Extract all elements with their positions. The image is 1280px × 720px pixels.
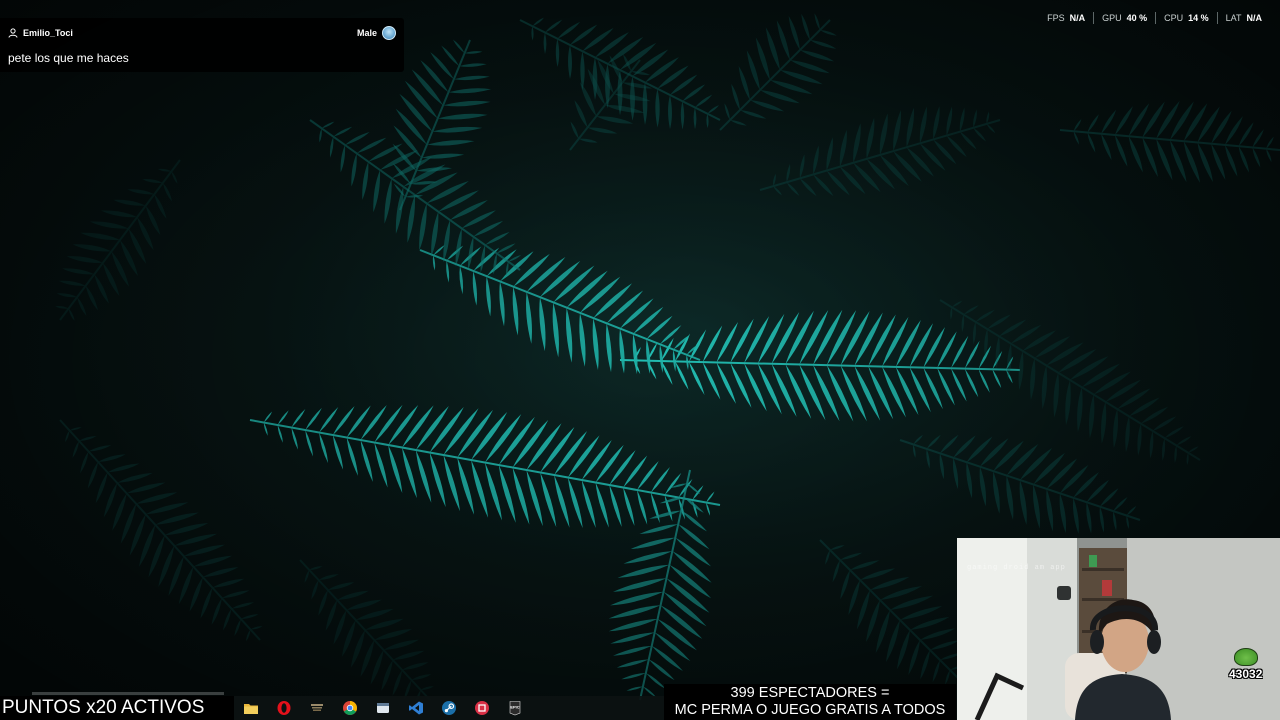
taskbar-item-app[interactable] — [372, 697, 394, 719]
webcam-watermark: gaming droid am app — [967, 564, 1066, 572]
chat-gender: Male — [356, 28, 377, 38]
espectadores-line-2: MC PERMA O JUEGO GRATIS A TODOS — [674, 702, 946, 718]
desktop: Emilio_Toci Male pete los que me haces F… — [0, 0, 1280, 720]
epic-games-icon: EPIC — [509, 701, 520, 716]
taskbar-item-chrome[interactable] — [339, 697, 361, 719]
taskbar-item-league-of-legends[interactable] — [306, 697, 328, 719]
user-icon — [8, 28, 18, 38]
red-app-icon — [474, 701, 489, 715]
taskbar-item-opera[interactable] — [273, 697, 295, 719]
lat-label: LAT — [1225, 13, 1242, 23]
steam-icon — [441, 701, 456, 715]
badge-count: 43032 — [1229, 667, 1263, 681]
chrome-icon — [342, 701, 357, 715]
espectadores-banner: 399 ESPECTADORES = MC PERMA O JUEGO GRAT… — [664, 684, 956, 720]
opera-icon — [277, 701, 290, 715]
cpu-stat: CPU 14 % — [1156, 13, 1217, 23]
taskbar-item-epic-games[interactable]: EPIC — [504, 697, 526, 719]
fps-stat: FPS N/A — [1039, 13, 1093, 23]
file-explorer-icon — [243, 704, 258, 714]
espectadores-line-1: 399 ESPECTADORES = — [730, 685, 890, 701]
taskbar-item-steam[interactable] — [438, 697, 460, 719]
chat-username: Emilio_Toci — [23, 28, 73, 38]
performance-hud: FPS N/A GPU 40 % CPU 14 % LAT N/A — [1039, 12, 1270, 24]
league-of-legends-icon — [310, 704, 323, 711]
cpu-value: 14 % — [1188, 13, 1209, 23]
puntos-banner: PUNTOS x20 ACTIVOS — [0, 696, 236, 720]
gpu-label: GPU — [1102, 13, 1122, 23]
progress-bar — [32, 692, 224, 695]
visual-studio-icon — [408, 701, 423, 715]
chat-message-text: pete los que me haces — [8, 51, 129, 65]
avatar — [382, 26, 396, 40]
webcam-overlay: gaming droid am app 43032 — [957, 538, 1280, 720]
cpu-label: CPU — [1164, 13, 1184, 23]
taskbar-item-visual-studio[interactable] — [405, 697, 427, 719]
viewer-badge: 43032 — [1229, 648, 1262, 681]
app-window-icon — [376, 703, 389, 713]
fps-label: FPS — [1047, 13, 1065, 23]
lat-stat: LAT N/A — [1218, 13, 1270, 23]
taskbar[interactable]: EPIC — [234, 696, 664, 720]
svg-text:EPIC: EPIC — [510, 705, 519, 710]
gpu-value: 40 % — [1126, 13, 1148, 23]
chat-header: Emilio_Toci Male — [8, 25, 396, 41]
gpu-stat: GPU 40 % — [1094, 13, 1155, 23]
fps-value: N/A — [1069, 13, 1086, 23]
chat-message-overlay: Emilio_Toci Male pete los que me haces — [0, 18, 404, 72]
taskbar-item-file-explorer[interactable] — [240, 697, 262, 719]
lat-value: N/A — [1246, 13, 1263, 23]
taskbar-item-red-app[interactable] — [471, 697, 493, 719]
pepe-frog-icon — [1233, 648, 1258, 666]
